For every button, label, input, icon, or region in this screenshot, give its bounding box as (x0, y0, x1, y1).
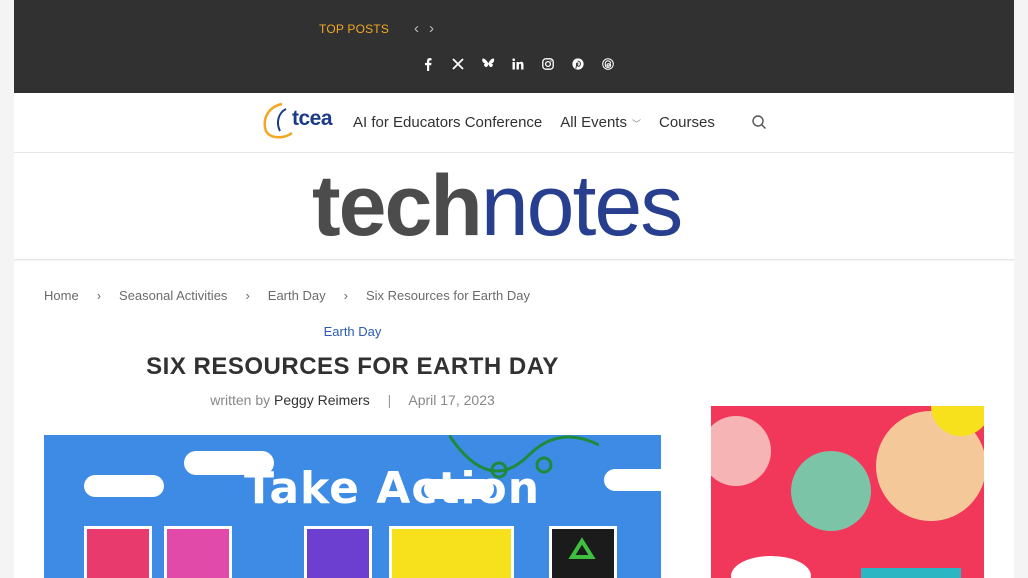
top-bar: TOP POSTS ‹ › (14, 0, 1014, 93)
threads-icon[interactable] (600, 56, 616, 72)
featured-image: Take Action (44, 435, 661, 578)
author-link[interactable]: Peggy Reimers (274, 392, 370, 408)
ad-button-shape (861, 568, 961, 578)
nav-ai-for-educators-conference[interactable]: AI for Educators Conference (353, 114, 542, 131)
nav-courses[interactable]: Courses (659, 114, 715, 131)
instagram-icon[interactable] (540, 56, 556, 72)
breadcrumb-earth-day[interactable]: Earth Day (268, 288, 326, 303)
article-category: Earth Day (44, 324, 661, 339)
sidebar-ad[interactable] (711, 406, 984, 578)
article-content: Home › Seasonal Activities › Earth Day ›… (14, 261, 1014, 578)
card-peace (389, 526, 514, 578)
previous-post-button[interactable]: ‹ (414, 20, 419, 37)
card-frame (304, 526, 372, 578)
masthead: technotes (14, 153, 1014, 260)
breadcrumb-home[interactable]: Home (44, 288, 79, 303)
cloud-shape (84, 475, 164, 497)
brand-part-tech: tech (312, 158, 483, 254)
brand-part-notes: notes (480, 158, 683, 254)
chevron-down-icon: ﹀ (631, 119, 641, 129)
byline: written by Peggy Reimers | April 17, 202… (44, 392, 661, 408)
next-post-button[interactable]: › (429, 20, 434, 37)
nav-all-events[interactable]: All Events ﹀ (560, 114, 641, 131)
pinterest-icon[interactable] (570, 56, 586, 72)
top-posts-label[interactable]: TOP POSTS (319, 22, 389, 36)
breadcrumb-current: Six Resources for Earth Day (365, 288, 530, 303)
technotes-logo[interactable]: technotes (312, 163, 683, 249)
ad-photo-circle (791, 451, 871, 531)
chevron-right-icon: › (245, 288, 250, 303)
search-icon[interactable] (751, 114, 767, 130)
chevron-right-icon: › (96, 288, 102, 303)
site-header: tcea AI for Educators Conference All Eve… (14, 93, 1014, 153)
feature-image-headline: Take Action (244, 463, 541, 514)
page-title: SIX RESOURCES FOR EARTH DAY (146, 353, 559, 380)
cloud-shape (604, 469, 661, 491)
nav-all-events-label: All Events (560, 114, 627, 131)
x-icon[interactable] (450, 56, 466, 72)
tcea-logo[interactable]: tcea (256, 99, 340, 139)
category-link[interactable]: Earth Day (324, 324, 382, 339)
social-links (420, 56, 616, 72)
logo-text: tcea (292, 107, 333, 130)
card-water-bottle (84, 526, 152, 578)
recycle-icon (549, 526, 617, 578)
ad-photo-circle (711, 416, 771, 486)
main-nav: AI for Educators Conference All Events ﹀ … (353, 114, 715, 131)
facebook-icon[interactable] (420, 56, 436, 72)
top-posts-nav: ‹ › (414, 20, 434, 37)
linkedin-icon[interactable] (510, 56, 526, 72)
byline-prefix: written by (210, 392, 271, 408)
byline-divider: | (387, 392, 392, 408)
bluesky-icon[interactable] (480, 56, 496, 72)
card-books (164, 526, 232, 578)
breadcrumb: Home › Seasonal Activities › Earth Day ›… (44, 288, 530, 303)
ad-logo-shape (731, 556, 811, 578)
breadcrumb-seasonal-activities[interactable]: Seasonal Activities (119, 288, 227, 303)
post-date: April 17, 2023 (408, 392, 495, 408)
chevron-right-icon: › (343, 288, 348, 303)
